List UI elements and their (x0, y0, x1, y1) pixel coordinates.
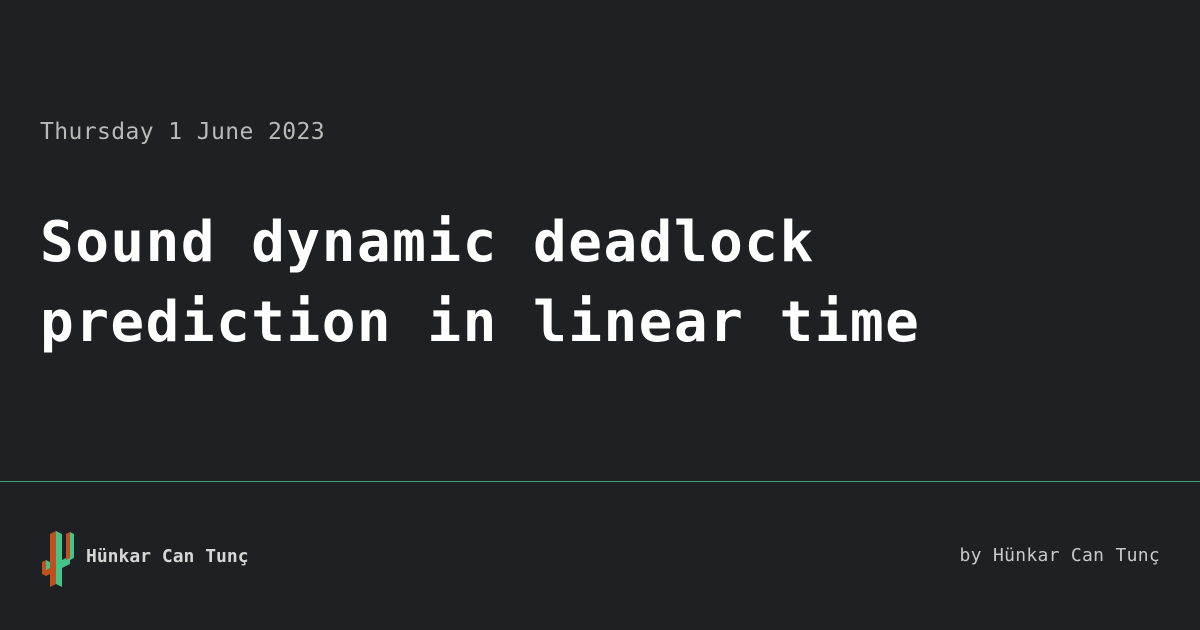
post-date: Thursday 1 June 2023 (40, 119, 325, 145)
footer-brand[interactable]: Hünkar Can Tunç (40, 524, 249, 588)
divider (0, 481, 1200, 482)
cactus-logo-icon (42, 531, 74, 587)
author-name: Hünkar Can Tunç (86, 545, 249, 567)
post-title: Sound dynamic deadlock prediction in lin… (40, 210, 921, 355)
byline: by Hünkar Can Tunç (959, 545, 1160, 566)
